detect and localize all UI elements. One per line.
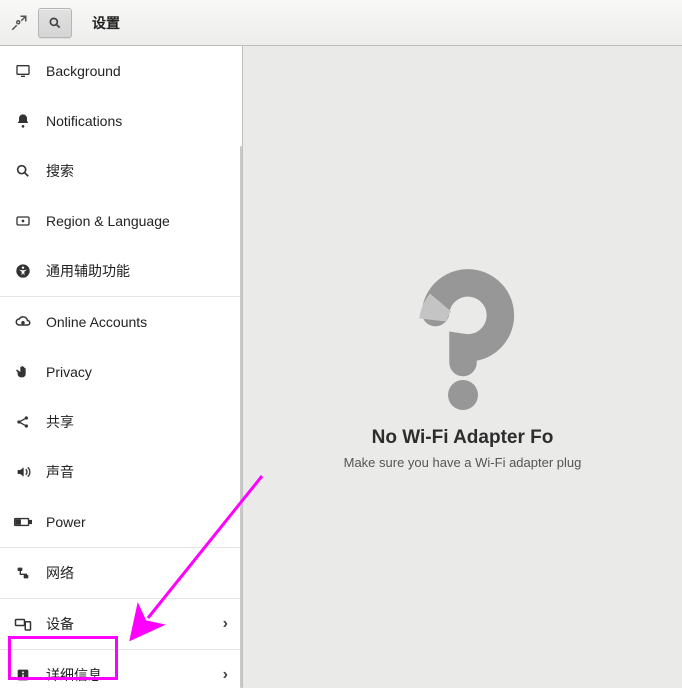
sidebar-item-label: 通用辅助功能 <box>46 261 228 281</box>
sidebar-item-network[interactable]: 网络 <box>0 548 242 598</box>
sound-icon <box>14 463 32 481</box>
no-adapter-title: No Wi-Fi Adapter Fo <box>372 427 554 449</box>
sidebar-item-label: 网络 <box>46 563 228 583</box>
display-icon <box>14 62 32 80</box>
question-mark-icon <box>388 265 538 415</box>
accessibility-icon <box>14 262 32 280</box>
network-icon <box>14 564 32 582</box>
settings-sidebar: Background Notifications 搜索 Region & Lan… <box>0 46 243 688</box>
sidebar-item-details[interactable]: 详细信息 › <box>0 650 242 688</box>
tools-icon <box>8 12 30 34</box>
header-search-button[interactable] <box>38 8 72 38</box>
sidebar-item-search[interactable]: 搜索 <box>0 146 242 196</box>
window-title: 设置 <box>92 13 120 33</box>
sidebar-item-sharing[interactable]: 共享 <box>0 397 242 447</box>
scrollbar[interactable] <box>240 146 242 688</box>
chevron-right-icon: › <box>223 615 228 633</box>
sidebar-item-power[interactable]: Power <box>0 497 242 547</box>
share-icon <box>14 413 32 431</box>
sidebar-item-label: 声音 <box>46 462 228 482</box>
sidebar-item-devices[interactable]: 设备 › <box>0 599 242 649</box>
sidebar-item-label: Background <box>46 63 228 79</box>
sidebar-item-region[interactable]: Region & Language <box>0 196 242 246</box>
sidebar-item-privacy[interactable]: Privacy <box>0 347 242 397</box>
no-adapter-subtitle: Make sure you have a Wi-Fi adapter plug <box>344 455 582 470</box>
sidebar-item-universal-access[interactable]: 通用辅助功能 <box>0 246 242 296</box>
chevron-right-icon: › <box>223 666 228 684</box>
sidebar-item-label: 搜索 <box>46 161 228 181</box>
devices-icon <box>14 615 32 633</box>
sidebar-item-label: Privacy <box>46 364 228 380</box>
sidebar-item-sound[interactable]: 声音 <box>0 447 242 497</box>
sidebar-item-label: 共享 <box>46 412 228 432</box>
sidebar-item-label: 设备 <box>46 614 209 634</box>
bell-icon <box>14 112 32 130</box>
sidebar-item-notifications[interactable]: Notifications <box>0 96 242 146</box>
sidebar-item-online-accounts[interactable]: Online Accounts <box>0 297 242 347</box>
header-bar: 设置 <box>0 0 682 46</box>
sidebar-item-background[interactable]: Background <box>0 46 242 96</box>
hand-icon <box>14 363 32 381</box>
battery-icon <box>14 513 32 531</box>
content-pane: No Wi-Fi Adapter Fo Make sure you have a… <box>243 46 682 688</box>
search-icon <box>14 162 32 180</box>
region-icon <box>14 212 32 230</box>
sidebar-item-label: Online Accounts <box>46 314 228 330</box>
sidebar-item-label: Notifications <box>46 113 228 129</box>
cloud-key-icon <box>14 313 32 331</box>
sidebar-item-label: Power <box>46 514 228 530</box>
sidebar-item-label: 详细信息 <box>46 665 209 685</box>
info-icon <box>14 666 32 684</box>
sidebar-item-label: Region & Language <box>46 213 228 229</box>
